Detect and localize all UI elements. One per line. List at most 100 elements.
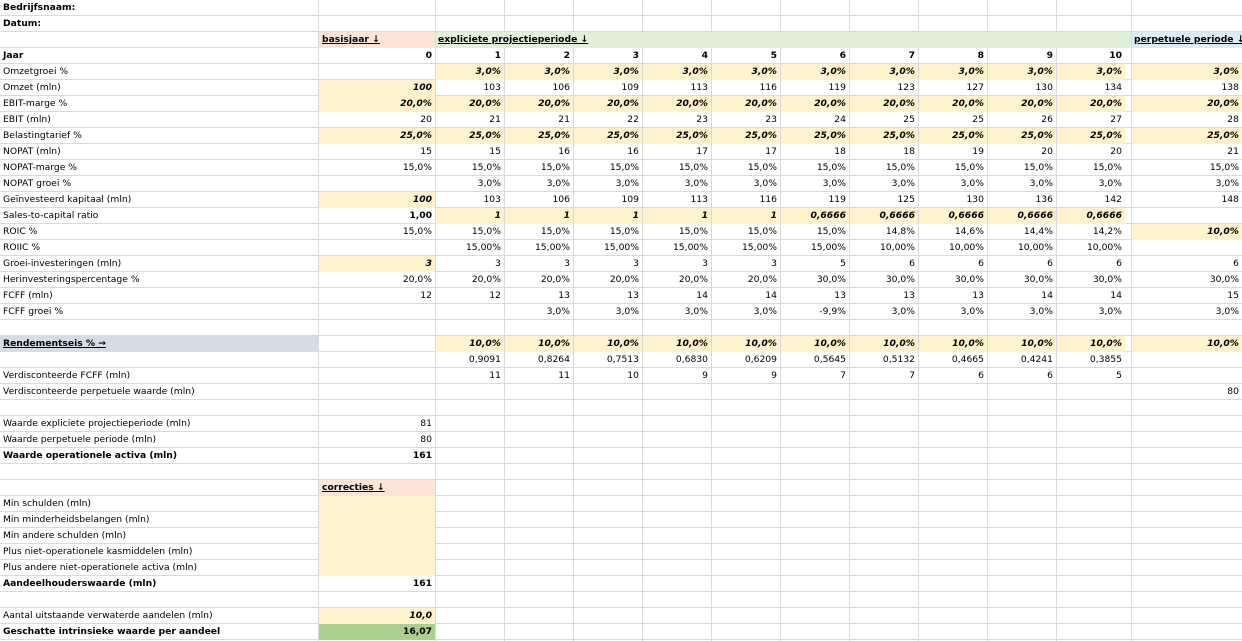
value-cell[interactable]: 0,6830 [643,352,711,368]
value-cell[interactable]: 103 [436,80,504,96]
input-cell[interactable]: 0,6666 [988,208,1056,224]
input-cell[interactable]: 3,0% [1132,64,1242,80]
year-cell[interactable]: 3 [574,48,642,64]
input-cell[interactable]: 3,0% [643,64,711,80]
value-cell[interactable]: 3,0% [850,304,918,320]
value-cell[interactable]: 3,0% [1057,304,1125,320]
value-cell[interactable]: 13 [574,288,642,304]
value-cell[interactable]: 15 [436,144,504,160]
value-cell[interactable]: 14 [712,288,780,304]
input-cell[interactable]: 20,0% [574,96,642,112]
value-cell[interactable]: 24 [781,112,849,128]
value-cell[interactable]: 106 [505,80,573,96]
value-cell[interactable]: 30,0% [850,272,918,288]
value-cell[interactable]: 10,00% [988,240,1056,256]
input-cell[interactable]: 100 [319,192,435,208]
value-cell[interactable]: 0,3855 [1057,352,1125,368]
value-cell[interactable]: 130 [919,192,987,208]
value-cell[interactable]: 5 [781,256,849,272]
value-cell[interactable]: 0,5132 [850,352,918,368]
value-cell[interactable]: 3,0% [850,176,918,192]
value-cell[interactable]: 3,0% [988,176,1056,192]
value-cell[interactable]: 3,0% [781,176,849,192]
input-cell[interactable]: 3,0% [988,64,1056,80]
value-cell[interactable]: 14 [643,288,711,304]
value-cell[interactable]: 23 [712,112,780,128]
row-label[interactable]: Waarde operationele activa (mln) [0,448,318,464]
input-cell[interactable]: 3,0% [712,64,780,80]
value-cell[interactable]: 16 [505,144,573,160]
year-cell[interactable]: 10 [1057,48,1125,64]
input-cell[interactable]: 10,0% [781,336,849,352]
input-cell[interactable]: 20,0% [781,96,849,112]
value-cell[interactable]: 3,0% [643,304,711,320]
value-cell[interactable]: 1,00 [319,208,435,224]
row-label[interactable]: Geïnvesteerd kapitaal (mln) [0,192,318,208]
value-cell[interactable]: 15 [319,144,435,160]
value-cell[interactable]: 15,00% [643,240,711,256]
value-cell[interactable]: 15,0% [781,224,849,240]
value-cell[interactable]: 80 [319,432,435,448]
input-cell[interactable]: 20,0% [319,96,435,112]
input-cell[interactable] [319,528,435,544]
row-label[interactable]: Verdisconteerde FCFF (mln) [0,368,318,384]
input-cell[interactable]: 10,0% [1132,336,1242,352]
value-cell[interactable]: 18 [781,144,849,160]
input-cell[interactable]: 25,0% [574,128,642,144]
value-cell[interactable]: 12 [436,288,504,304]
corrections-header[interactable]: correcties ↓ [319,480,435,496]
value-cell[interactable]: 13 [781,288,849,304]
input-cell[interactable]: 3 [319,256,435,272]
value-cell[interactable]: 14 [988,288,1056,304]
row-label[interactable]: Waarde perpetuele periode (mln) [0,432,318,448]
value-cell[interactable] [436,304,504,320]
row-label[interactable]: Aandeelhouderswaarde (mln) [0,576,318,592]
value-cell[interactable]: 14,4% [988,224,1056,240]
value-cell[interactable]: 15,0% [574,224,642,240]
value-cell[interactable]: 15,0% [712,160,780,176]
input-cell[interactable]: 20,0% [988,96,1056,112]
value-cell[interactable]: 11 [505,368,573,384]
year-label[interactable]: Jaar [0,48,318,64]
input-cell[interactable]: 1 [712,208,780,224]
value-cell[interactable]: 3 [436,256,504,272]
year-cell[interactable]: 0 [319,48,435,64]
value-cell[interactable]: 20,0% [574,272,642,288]
value-cell[interactable]: 3,0% [1132,176,1242,192]
value-cell[interactable]: 10,00% [850,240,918,256]
value-cell[interactable]: 113 [643,80,711,96]
value-cell[interactable]: 15,0% [319,224,435,240]
value-cell[interactable]: 15,0% [643,160,711,176]
year-cell[interactable]: 5 [712,48,780,64]
value-cell[interactable]: 20 [319,112,435,128]
input-cell[interactable]: 20,0% [643,96,711,112]
row-label[interactable]: NOPAT-marge % [0,160,318,176]
input-cell[interactable]: 10,0% [505,336,573,352]
value-cell[interactable]: 6 [1057,256,1125,272]
value-cell[interactable]: 6 [988,256,1056,272]
year-cell[interactable]: 1 [436,48,504,64]
value-cell[interactable]: 16 [574,144,642,160]
value-cell[interactable]: 30,0% [1132,272,1242,288]
value-cell[interactable]: 11 [436,368,504,384]
value-cell[interactable]: 6 [919,368,987,384]
value-cell[interactable]: 20,0% [712,272,780,288]
value-cell[interactable]: 119 [781,80,849,96]
input-cell[interactable]: 20,0% [1132,96,1242,112]
value-cell[interactable]: 3,0% [1057,176,1125,192]
value-cell[interactable]: 3,0% [712,304,780,320]
value-cell[interactable]: 15,0% [319,160,435,176]
input-cell[interactable]: 3,0% [574,64,642,80]
value-cell[interactable]: 15,0% [988,160,1056,176]
input-cell[interactable]: 10,0% [1057,336,1125,352]
value-cell[interactable]: 14,2% [1057,224,1125,240]
value-cell[interactable]: 15,0% [436,224,504,240]
value-cell[interactable]: 125 [850,192,918,208]
input-cell[interactable]: 3,0% [919,64,987,80]
value-cell[interactable]: 15,0% [850,160,918,176]
value-cell[interactable]: 161 [319,448,435,464]
value-cell[interactable]: 138 [1132,80,1242,96]
value-cell[interactable]: 80 [1132,384,1242,400]
value-cell[interactable]: 7 [781,368,849,384]
value-cell[interactable]: 14,6% [919,224,987,240]
